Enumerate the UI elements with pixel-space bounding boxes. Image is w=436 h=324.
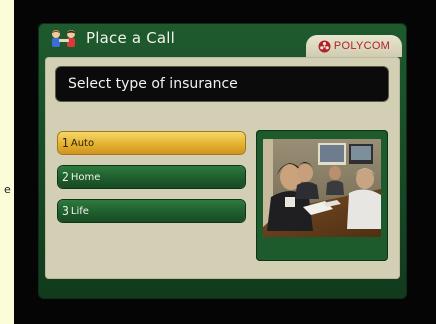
option-number: 1 bbox=[62, 136, 69, 150]
option-life[interactable]: 3 Life bbox=[58, 200, 245, 222]
option-label: Life bbox=[70, 205, 89, 217]
cropped-edge-text: e bbox=[4, 183, 11, 196]
polycom-brand-badge: POLYCOM bbox=[306, 35, 402, 57]
option-label: Auto bbox=[70, 137, 95, 149]
option-number: 2 bbox=[62, 170, 69, 184]
conference-room-video-preview bbox=[263, 139, 381, 237]
option-label: Home bbox=[70, 171, 101, 183]
option-auto[interactable]: 1 Auto bbox=[58, 132, 245, 154]
polycom-brand-text: POLYCOM bbox=[333, 40, 391, 52]
window-title: Place a Call bbox=[86, 29, 176, 47]
prompt-text: Select type of insurance bbox=[68, 76, 238, 92]
option-home[interactable]: 2 Home bbox=[58, 166, 245, 188]
polycom-logo-icon bbox=[318, 40, 331, 52]
people-call-icon bbox=[51, 30, 76, 47]
option-number: 3 bbox=[62, 204, 69, 218]
